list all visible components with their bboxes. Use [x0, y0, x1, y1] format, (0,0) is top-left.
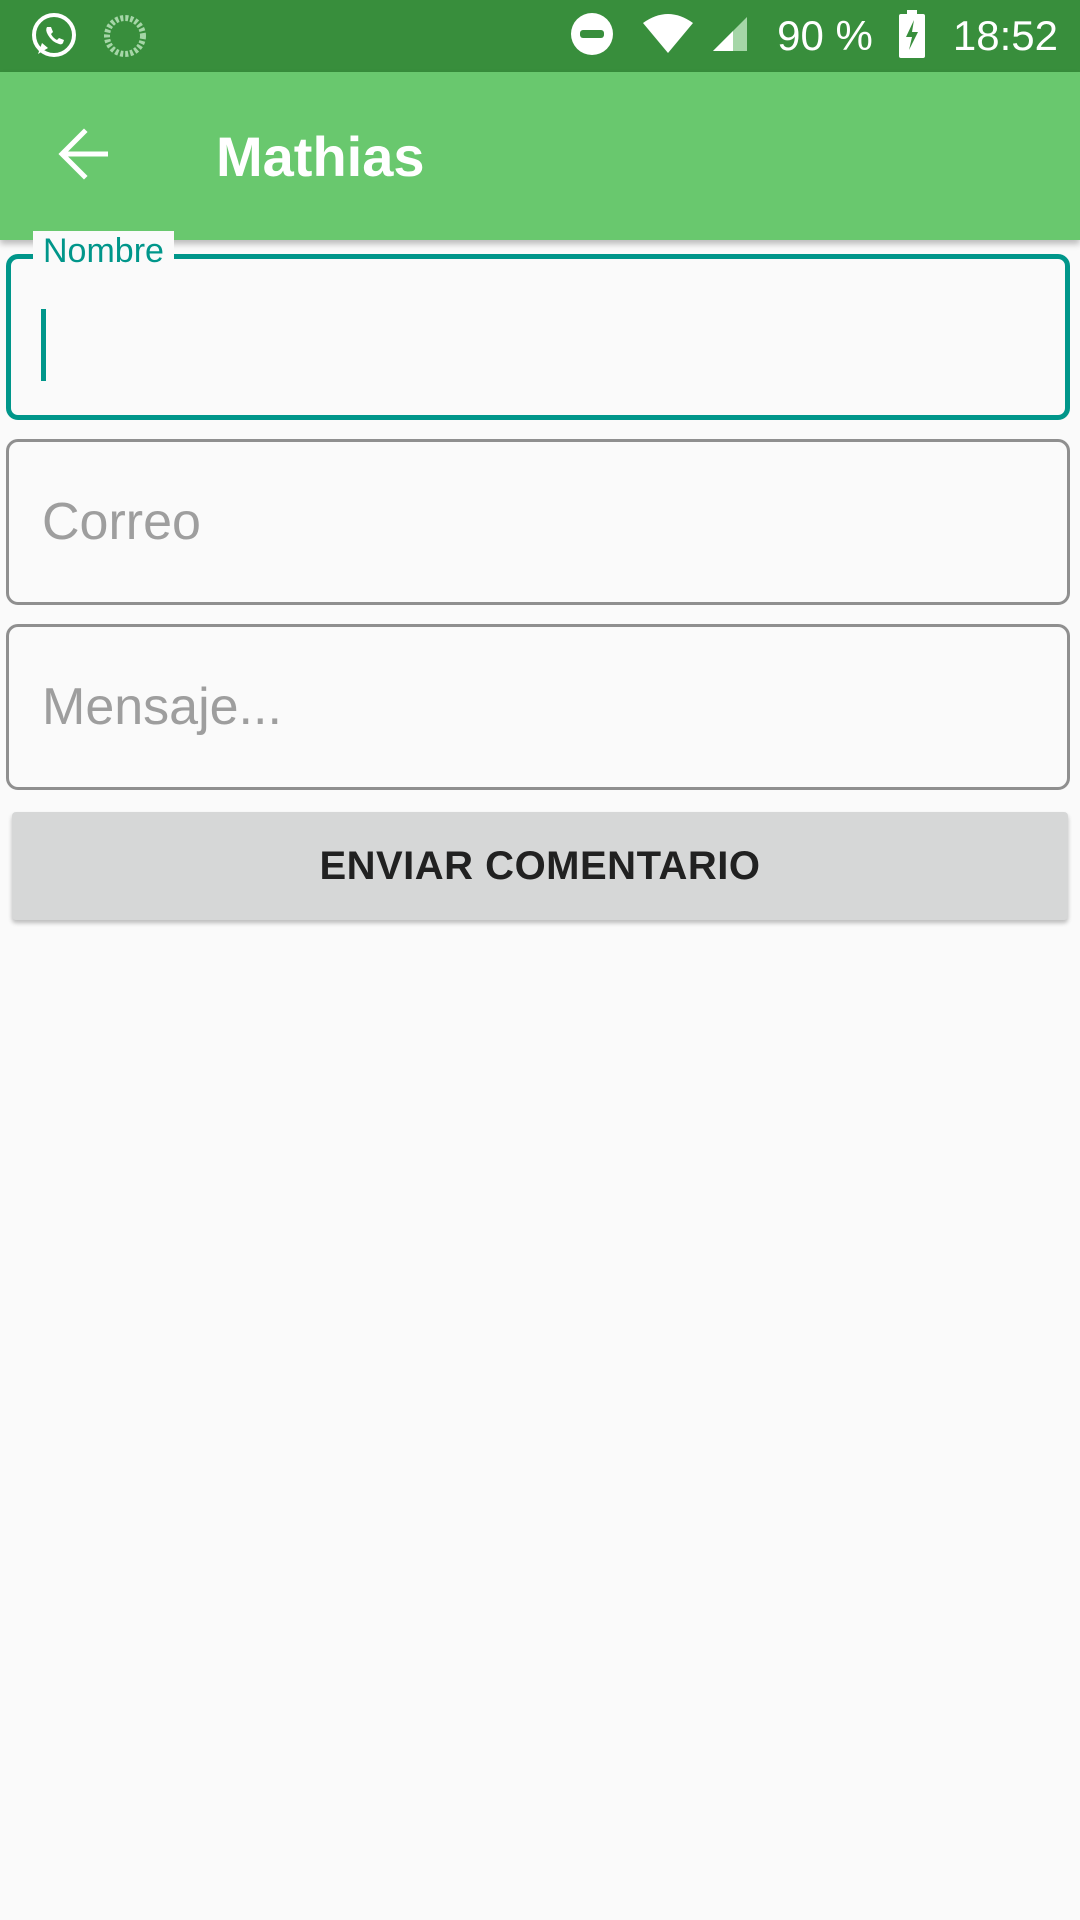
do-not-disturb-icon	[569, 11, 615, 62]
name-field-label: Nombre	[33, 231, 174, 271]
clock: 18:52	[952, 12, 1058, 59]
text-cursor	[41, 309, 46, 381]
status-bar: 90 % 18:52	[0, 0, 1080, 72]
arrow-back-icon	[58, 127, 110, 185]
wifi-icon	[641, 13, 695, 60]
message-field-placeholder: Mensaje...	[42, 678, 282, 736]
battery-charging-icon	[898, 9, 925, 63]
status-bar-left	[28, 10, 148, 67]
app-bar: Mathias	[0, 72, 1080, 240]
email-field-placeholder: Correo	[42, 493, 201, 551]
whatsapp-icon	[28, 10, 80, 67]
email-field[interactable]: Correo	[6, 439, 1070, 605]
cell-signal-icon	[711, 15, 749, 58]
name-field[interactable]: Nombre	[6, 231, 1070, 420]
send-comment-button[interactable]: ENVIAR COMENTARIO	[12, 812, 1068, 920]
battery-percentage: 90 %	[777, 12, 873, 59]
page-title: Mathias	[216, 125, 425, 188]
back-button[interactable]	[46, 118, 122, 194]
status-bar-right: 90 % 18:52	[569, 0, 1058, 72]
message-field[interactable]: Mensaje...	[6, 624, 1070, 790]
sync-progress-icon	[102, 13, 148, 64]
